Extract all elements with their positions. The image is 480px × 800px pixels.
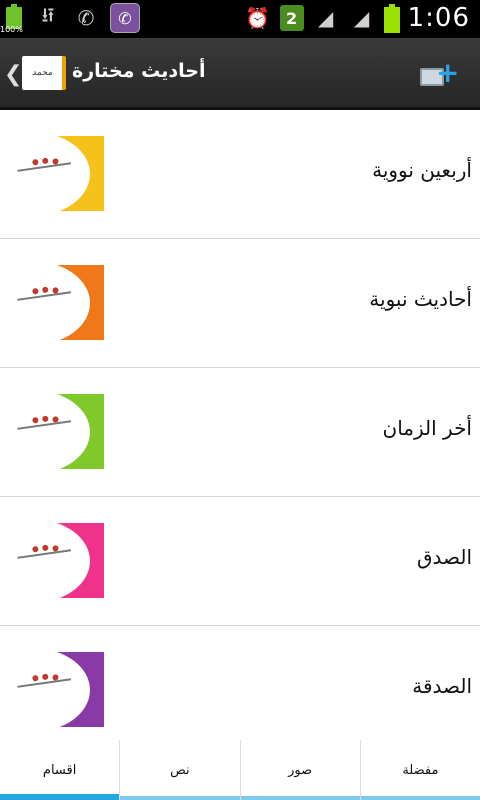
app-logo-text: محمد	[31, 68, 53, 78]
tab-indicator	[120, 796, 240, 800]
notification-badge: 2	[279, 5, 304, 31]
signal-icon: ◢	[353, 6, 370, 30]
list-item[interactable]: أربعين نووية	[0, 110, 480, 239]
item-title: الصدقة	[412, 674, 472, 698]
tab-favorites[interactable]: مفضلة	[359, 740, 480, 800]
item-title: أربعين نووية	[372, 158, 472, 182]
missed-call-icon: ✆	[77, 6, 95, 30]
list-item[interactable]: الصدق	[0, 497, 480, 626]
back-chevron-icon[interactable]: ❮	[4, 62, 22, 87]
action-bar: ❮ محمد أحاديث مختارة +	[0, 38, 480, 110]
list-item[interactable]: أخر الزمان	[0, 368, 480, 497]
battery-small-icon: 100%	[0, 3, 24, 34]
tab-sections[interactable]: اقسام	[0, 740, 120, 800]
wifi-icon: ◢	[317, 6, 334, 30]
tab-label: مفضلة	[402, 762, 439, 778]
usb-icon: ⭿	[41, 3, 55, 27]
tab-indicator	[0, 794, 120, 800]
tab-label: صور	[288, 762, 313, 778]
clock: 1:06	[407, 3, 470, 33]
category-list: أربعين نووية أحاديث نبوية أخر الزمان الص…	[0, 110, 480, 740]
tab-indicator	[360, 796, 480, 800]
battery-small-label: 100%	[0, 25, 23, 34]
add-card-button[interactable]: +	[420, 56, 460, 92]
item-title: أخر الزمان	[382, 416, 473, 440]
item-thumbnail	[8, 523, 104, 598]
tab-text[interactable]: نص	[119, 740, 240, 800]
item-thumbnail	[8, 394, 104, 469]
item-thumbnail	[8, 136, 104, 211]
item-thumbnail	[8, 652, 104, 727]
item-title: الصدق	[416, 545, 472, 569]
viber-icon: ✆	[110, 3, 140, 33]
list-item[interactable]: الصدقة	[0, 626, 480, 740]
tab-label: نص	[170, 762, 190, 778]
tab-indicator	[240, 796, 360, 800]
tab-images[interactable]: صور	[239, 740, 360, 800]
app-logo[interactable]: محمد	[22, 56, 66, 90]
list-item[interactable]: أحاديث نبوية	[0, 239, 480, 368]
plus-icon: +	[436, 56, 460, 89]
alarm-icon: ⏰	[245, 6, 271, 30]
item-thumbnail	[8, 265, 104, 340]
bottom-tab-bar: اقسام نص صور مفضلة	[0, 740, 480, 800]
item-title: أحاديث نبوية	[369, 287, 472, 311]
tab-label: اقسام	[42, 762, 77, 778]
status-bar-right: ⏰ 2 ◢ ◢ 1:06	[244, 3, 470, 33]
page-title: أحاديث مختارة	[72, 60, 206, 82]
status-bar: 100% ⭿ ✆ ✆ ⏰ 2 ◢ ◢ 1:06	[0, 0, 480, 38]
battery-icon	[383, 3, 400, 33]
status-bar-left: 100% ⭿ ✆ ✆	[0, 3, 140, 34]
